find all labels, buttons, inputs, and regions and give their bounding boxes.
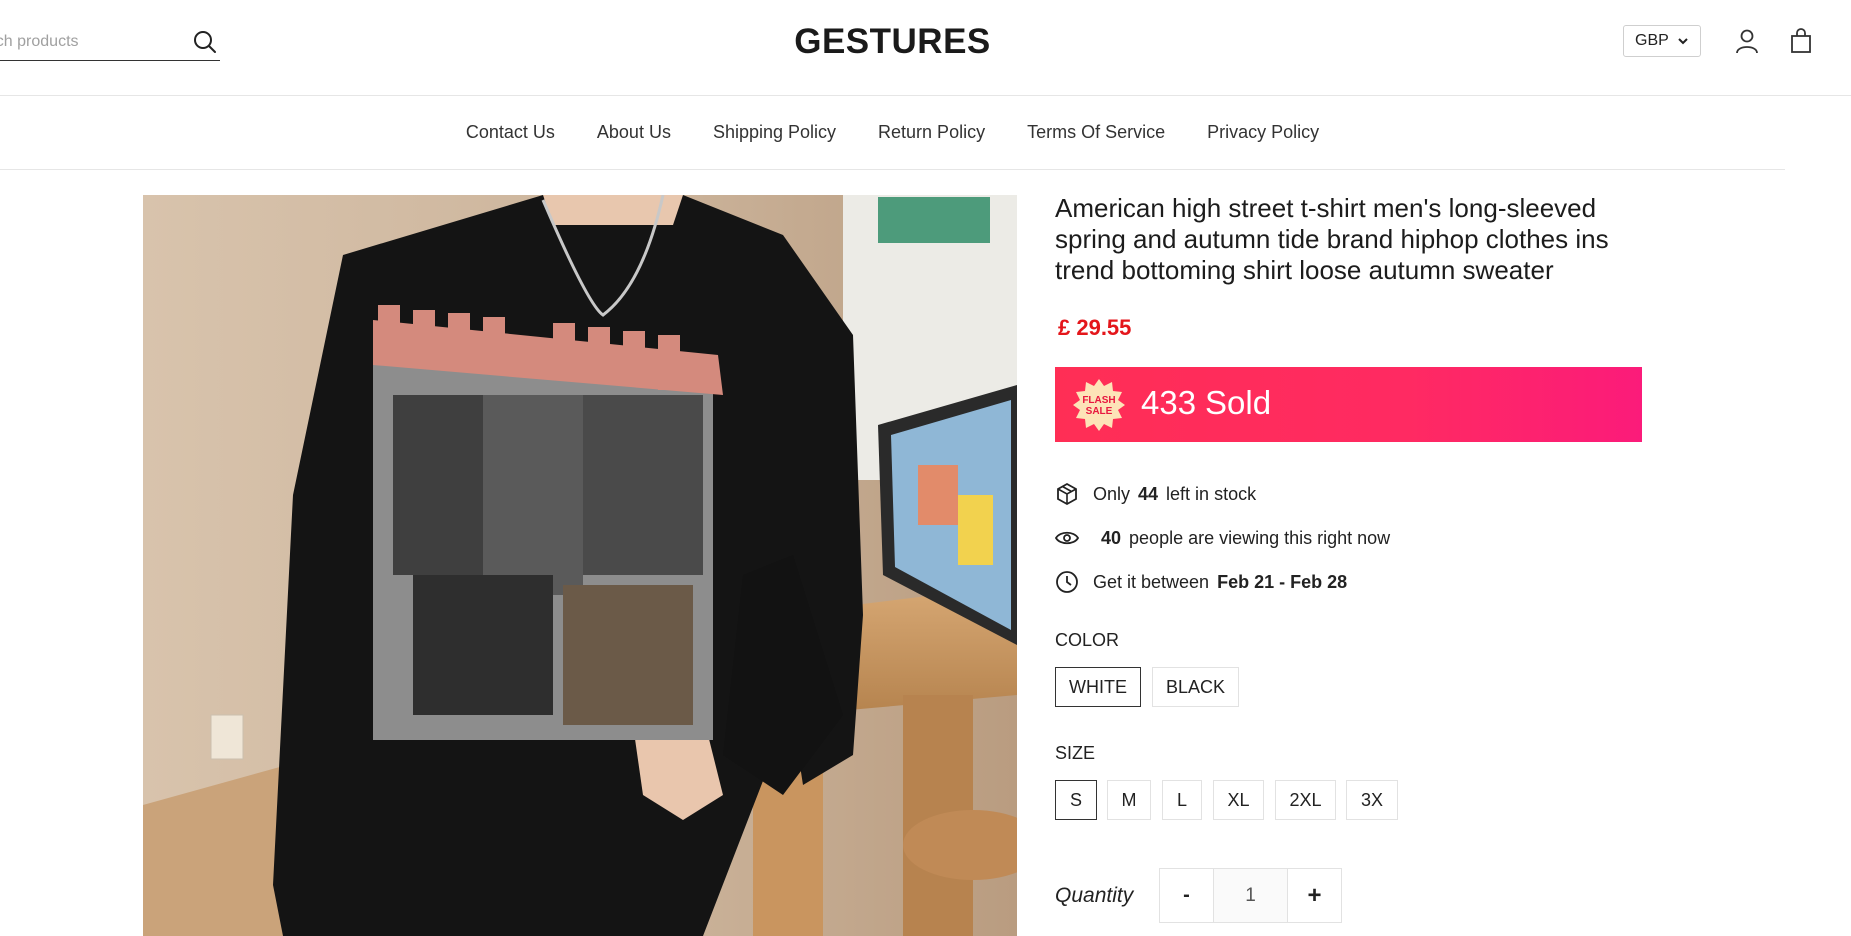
product-price: £ 29.55 (1058, 315, 1132, 340)
size-option-3x[interactable]: 3X (1346, 780, 1398, 820)
quantity-decrease-button[interactable]: - (1159, 868, 1214, 923)
sold-label: Sold (1205, 384, 1272, 421)
color-option-black[interactable]: BLACK (1152, 667, 1239, 707)
eye-icon (1055, 531, 1079, 545)
product-photo (143, 195, 1017, 936)
size-option-2xl[interactable]: 2XL (1275, 780, 1336, 820)
delivery-prefix: Get it between (1093, 571, 1210, 592)
viewers-count: 40 (1101, 527, 1122, 548)
quantity-input[interactable]: 1 (1213, 868, 1288, 923)
nav-item-contact-us[interactable]: Contact Us (466, 122, 555, 143)
stock-prefix: Only (1093, 483, 1131, 504)
quantity-label: Quantity (1055, 884, 1134, 907)
stock-count: 44 (1138, 483, 1159, 504)
stock-info: Only 44 left in stock (1055, 482, 1256, 506)
color-option-white[interactable]: WHITE (1055, 667, 1141, 707)
flash-badge-line2: SALE (1086, 406, 1113, 417)
main-nav: Contact Us About Us Shipping Policy Retu… (0, 96, 1785, 170)
sold-count: 433 (1141, 384, 1197, 421)
package-icon (1057, 482, 1077, 506)
clock-icon (1056, 571, 1078, 593)
size-label: SIZE (1055, 743, 1096, 763)
currency-value: GBP (1635, 32, 1669, 49)
size-option-l[interactable]: L (1162, 780, 1202, 820)
nav-item-privacy-policy[interactable]: Privacy Policy (1207, 122, 1319, 143)
chevron-down-icon (1678, 38, 1688, 45)
flash-sale-icon: FLASH SALE (1073, 379, 1125, 431)
flash-sale-banner: FLASH SALE 433 Sold (1055, 367, 1642, 442)
user-icon[interactable] (1733, 27, 1761, 55)
viewers-info: 40 people are viewing this right now (1055, 526, 1390, 550)
nav-item-shipping-policy[interactable]: Shipping Policy (713, 122, 836, 143)
delivery-info: Get it between Feb 21 - Feb 28 (1055, 570, 1355, 594)
product-title: American high street t-shirt men's long-… (1055, 193, 1609, 285)
nav-item-about-us[interactable]: About Us (597, 122, 671, 143)
size-option-xl[interactable]: XL (1213, 780, 1264, 820)
site-logo[interactable]: GESTURES (0, 22, 1785, 62)
viewers-suffix: people are viewing this right now (1129, 527, 1391, 548)
quantity-increase-button[interactable]: + (1287, 868, 1342, 923)
nav-item-return-policy[interactable]: Return Policy (878, 122, 985, 143)
flash-sale-badge: FLASH SALE (1073, 379, 1125, 431)
currency-select[interactable]: GBP (1623, 25, 1701, 57)
flash-badge-line1: FLASH (1082, 395, 1115, 406)
size-option-m[interactable]: M (1107, 780, 1151, 820)
size-option-s[interactable]: S (1055, 780, 1097, 820)
stock-suffix: left in stock (1166, 483, 1257, 504)
color-label: COLOR (1055, 630, 1120, 650)
shopping-bag-icon[interactable] (1787, 27, 1815, 55)
nav-item-terms-of-service[interactable]: Terms Of Service (1027, 122, 1165, 143)
delivery-range: Feb 21 - Feb 28 (1217, 571, 1348, 592)
product-image[interactable] (143, 195, 1017, 936)
